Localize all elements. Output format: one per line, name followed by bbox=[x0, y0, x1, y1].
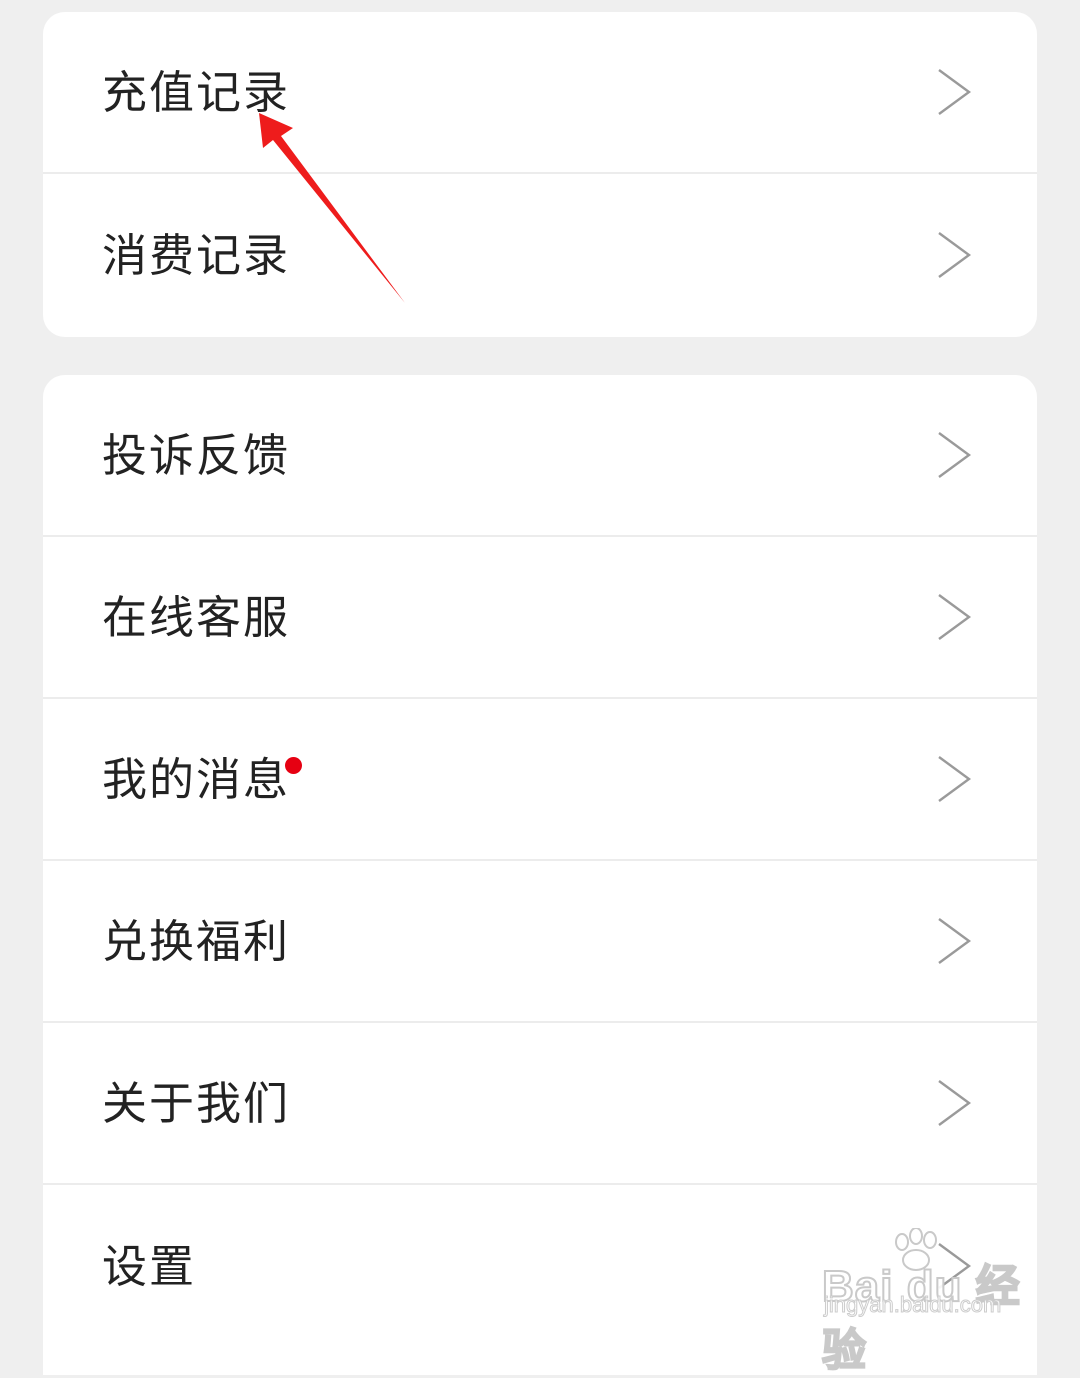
chevron-right-icon bbox=[938, 918, 972, 964]
menu-item-label: 消费记录 bbox=[102, 228, 291, 282]
menu-item-redeem-benefits[interactable]: 兑换福利 bbox=[43, 861, 1037, 1023]
chevron-right-icon bbox=[938, 232, 972, 278]
menu-item-label: 在线客服 bbox=[102, 590, 291, 644]
chevron-right-icon bbox=[938, 756, 972, 802]
menu-item-label: 兑换福利 bbox=[102, 914, 291, 968]
menu-item-consumption-records[interactable]: 消费记录 bbox=[43, 174, 1037, 336]
menu-item-label: 关于我们 bbox=[102, 1076, 291, 1130]
chevron-right-icon bbox=[938, 69, 972, 115]
menu-item-settings[interactable]: 设置 bbox=[43, 1185, 1037, 1347]
top-menu-card: 充值记录 消费记录 bbox=[43, 12, 1037, 337]
menu-item-my-messages[interactable]: 我的消息 bbox=[43, 699, 1037, 861]
menu-item-online-service[interactable]: 在线客服 bbox=[43, 537, 1037, 699]
chevron-right-icon bbox=[938, 1080, 972, 1126]
chevron-right-icon bbox=[938, 432, 972, 478]
menu-item-label: 设置 bbox=[102, 1239, 197, 1293]
menu-item-about-us[interactable]: 关于我们 bbox=[43, 1023, 1037, 1185]
menu-item-recharge-records[interactable]: 充值记录 bbox=[43, 12, 1037, 174]
menu-item-label: 充值记录 bbox=[102, 65, 291, 119]
bottom-menu-card: 投诉反馈 在线客服 我的消息 兑换福利 关于我们 设置 bbox=[43, 375, 1037, 1375]
chevron-right-icon bbox=[938, 1243, 972, 1289]
menu-item-label: 投诉反馈 bbox=[102, 428, 291, 482]
menu-item-complaint-feedback[interactable]: 投诉反馈 bbox=[43, 375, 1037, 537]
chevron-right-icon bbox=[938, 594, 972, 640]
menu-item-label: 我的消息 bbox=[102, 752, 291, 806]
unread-badge bbox=[285, 757, 302, 774]
